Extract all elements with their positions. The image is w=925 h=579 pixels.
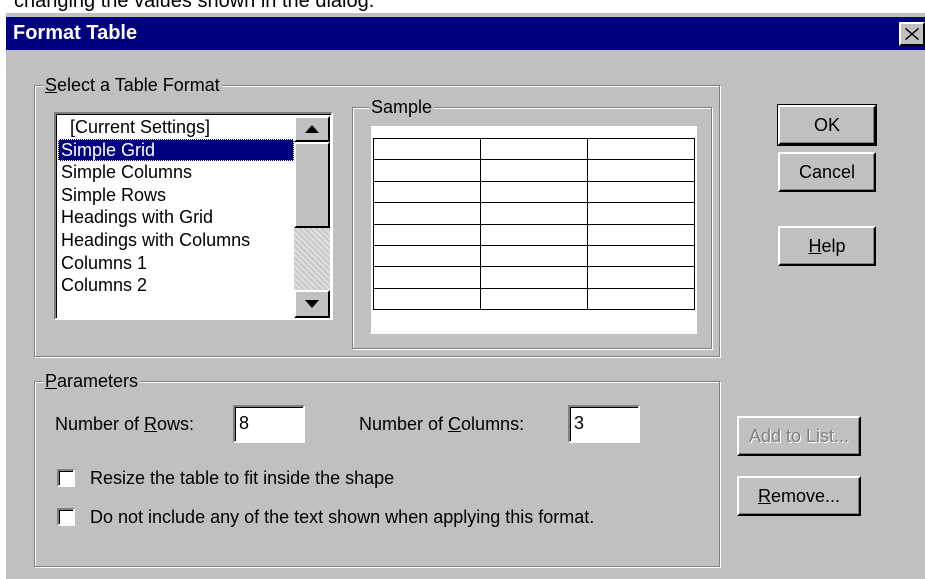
- sample-table-cell: [480, 223, 588, 246]
- sample-table-cell: [587, 180, 695, 204]
- list-item[interactable]: Columns 1: [58, 252, 294, 275]
- columns-input[interactable]: 3: [568, 405, 640, 443]
- sample-table-cell: [587, 137, 695, 161]
- sample-table-cell: [480, 159, 588, 182]
- sample-table-cell: [480, 180, 588, 204]
- sample-table-row: [373, 266, 695, 289]
- sample-table-cell: [480, 287, 588, 311]
- sample-table-cell: [373, 137, 481, 161]
- sample-table-cell: [373, 266, 481, 289]
- scroll-down-button[interactable]: [294, 290, 330, 318]
- cancel-button[interactable]: Cancel: [778, 152, 876, 192]
- add-to-list-button[interactable]: Add to List...: [737, 416, 861, 456]
- list-item[interactable]: Simple Rows: [58, 184, 294, 207]
- scroll-down-arrow-icon: [305, 295, 319, 313]
- sample-table-cell: [480, 137, 588, 161]
- parameters-legend: Parameters: [43, 370, 141, 392]
- resize-checkbox[interactable]: [57, 469, 75, 487]
- sample-table: [373, 137, 695, 311]
- sample-legend: Sample: [369, 96, 435, 118]
- sample-table-row: [373, 137, 695, 161]
- sample-table-cell: [373, 202, 481, 225]
- dialog-title: Format Table: [13, 22, 138, 44]
- list-item[interactable]: Columns 2: [58, 274, 294, 297]
- exclude-text-checkbox[interactable]: [57, 508, 75, 526]
- sample-group: Sample: [352, 96, 712, 349]
- sample-table-row: [373, 223, 695, 246]
- list-item[interactable]: Headings with Grid: [58, 206, 294, 229]
- columns-label: Number of Columns:: [359, 414, 525, 434]
- sample-table-cell: [480, 202, 588, 225]
- title-bar: Format Table: [6, 17, 925, 50]
- scroll-thumb[interactable]: [294, 142, 330, 228]
- scroll-up-button[interactable]: [294, 116, 330, 142]
- remove-button[interactable]: Remove...: [737, 476, 861, 516]
- close-icon: [905, 28, 919, 40]
- sample-table-cell: [587, 159, 695, 182]
- sample-table-cell: [373, 159, 481, 182]
- rows-input[interactable]: 8: [233, 405, 305, 443]
- sample-table-cell: [587, 244, 695, 268]
- sample-table-cell: [587, 266, 695, 289]
- select-table-format-legend: Select a Table Format: [43, 74, 222, 96]
- sample-preview: [371, 126, 697, 334]
- rows-label: Number of Rows:: [55, 414, 195, 434]
- list-item[interactable]: Simple Columns: [58, 161, 294, 184]
- list-item[interactable]: Simple Grid: [58, 138, 294, 162]
- resize-label: Resize the table to fit inside the shape: [90, 468, 395, 488]
- format-table-dialog: Format Table Select a Table Format [Curr…: [6, 13, 925, 579]
- sample-table-cell: [587, 287, 695, 311]
- table-format-list: [Current Settings] Simple Grid Simple Colu…: [58, 116, 294, 297]
- sample-table-cell: [373, 287, 481, 311]
- sample-table-cell: [587, 202, 695, 225]
- sample-table-cell: [373, 180, 481, 204]
- sample-table-cell: [480, 266, 588, 289]
- list-item[interactable]: [Current Settings]: [58, 116, 294, 139]
- sample-table-row: [373, 244, 695, 268]
- sample-table-cell: [373, 223, 481, 246]
- sample-table-row: [373, 202, 695, 225]
- ok-button[interactable]: OK: [777, 104, 877, 146]
- help-button[interactable]: Help: [778, 226, 876, 266]
- sample-table-row: [373, 287, 695, 311]
- exclude-text-label: Do not include any of the text shown whe…: [90, 507, 595, 527]
- list-item[interactable]: Headings with Columns: [58, 229, 294, 252]
- close-button[interactable]: [899, 22, 925, 46]
- sample-table-row: [373, 180, 695, 204]
- sample-table-cell: [587, 223, 695, 246]
- table-format-listbox[interactable]: [Current Settings] Simple Grid Simple Colu…: [54, 112, 333, 320]
- sample-table-row: [373, 159, 695, 182]
- scroll-up-arrow-icon: [305, 120, 319, 138]
- page-caption: changing the values shown in the dialog.: [14, 0, 375, 12]
- sample-table-cell: [373, 244, 481, 268]
- sample-table-cell: [480, 244, 588, 268]
- listbox-scrollbar[interactable]: [294, 116, 330, 318]
